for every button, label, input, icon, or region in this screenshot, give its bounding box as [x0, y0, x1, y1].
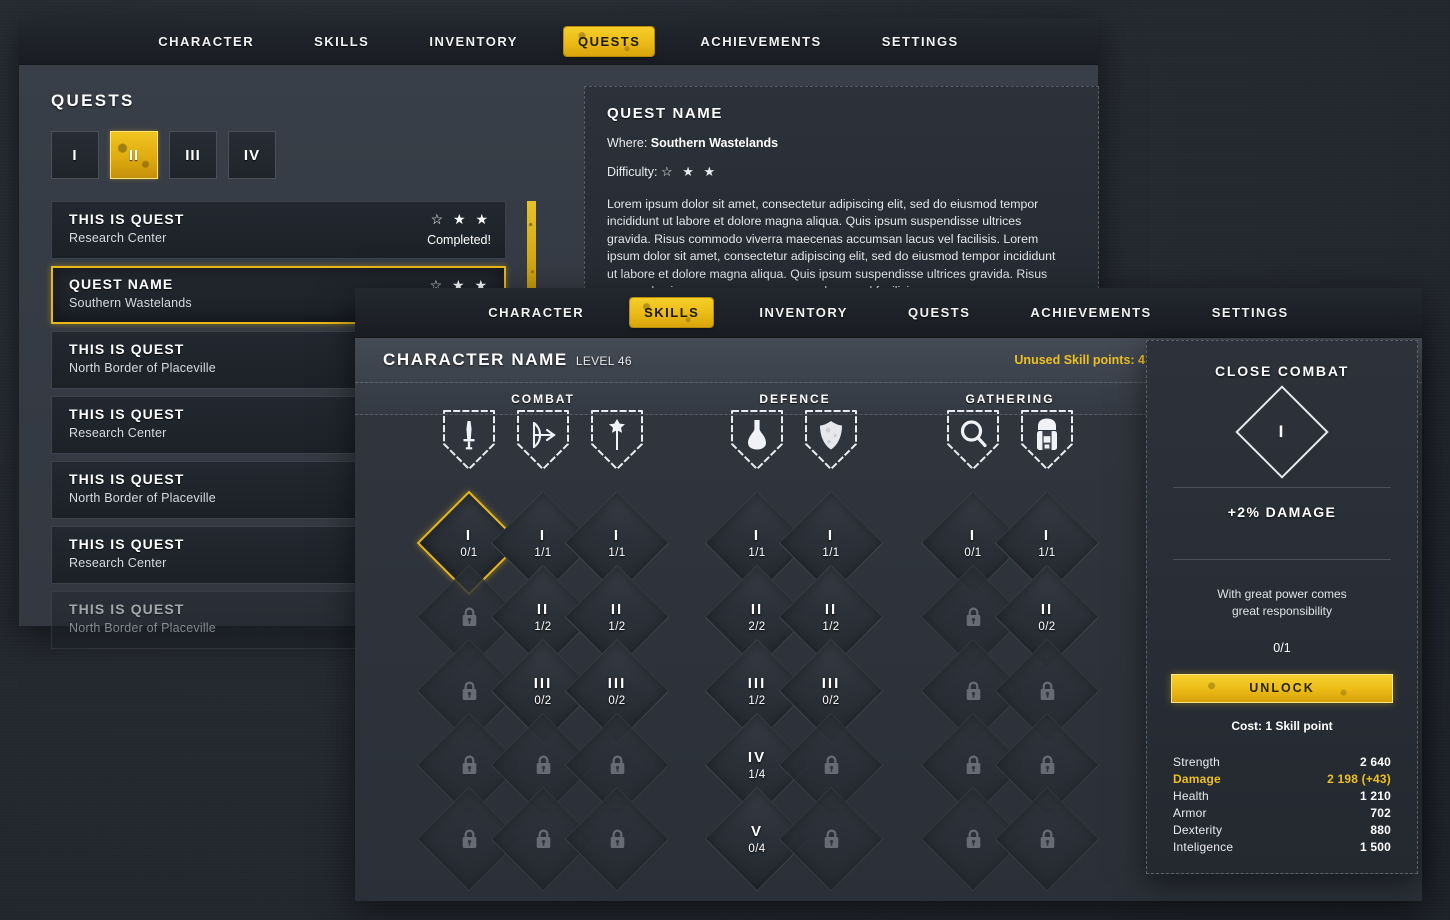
skill-detail-panel: CLOSE COMBAT I +2% DAMAGE With great pow… — [1146, 340, 1418, 874]
stat-name: Armor — [1173, 806, 1207, 821]
quest-list-item[interactable]: THIS IS QUEST Research Center ☆ ★ ★ Complet… — [51, 201, 506, 259]
shield-icon — [805, 410, 857, 470]
chapter-tab-ii[interactable]: II — [110, 131, 158, 179]
skill-branch-badge[interactable] — [589, 408, 645, 472]
stat-value: 880 — [1370, 823, 1391, 838]
quest-item-meta: ☆ ★ ★ Completed! — [427, 211, 491, 247]
tab-quests[interactable]: QUESTS — [894, 298, 984, 327]
chapter-tab-iv[interactable]: IV — [228, 131, 276, 179]
divider-bottom — [1173, 559, 1391, 560]
skill-column-title-gathering: GATHERING — [965, 392, 1055, 406]
skill-branch-badge[interactable] — [803, 408, 859, 472]
skill-branch-badge[interactable] — [729, 408, 785, 472]
tab-skills[interactable]: SKILLS — [300, 27, 383, 56]
tab-inventory[interactable]: INVENTORY — [415, 27, 532, 56]
skill-node-locked[interactable] — [994, 786, 1100, 892]
stat-value: 1 210 — [1359, 789, 1391, 804]
skill-progress: 0/1 — [1273, 640, 1291, 655]
character-name: CHARACTER NAME level 46 — [383, 350, 632, 370]
flavor-line-2: great responsibility — [1231, 604, 1333, 619]
where-label: Where: — [607, 136, 648, 150]
skill-branch-badge[interactable] — [945, 408, 1001, 472]
skill-column-title-defence: DEFENCE — [759, 392, 831, 406]
skill-node-locked[interactable] — [564, 786, 670, 892]
flavor-line-1: With great power comes — [1217, 587, 1347, 601]
skill-flavor-text: With great power comes great responsibil… — [1167, 586, 1397, 621]
unused-skill-points: Unused Skill points: 4 — [1014, 353, 1145, 367]
stat-row: Strength 2 640 — [1173, 754, 1391, 771]
stat-row: Inteligence 1 500 — [1173, 839, 1391, 856]
unlock-button[interactable]: UNLOCK — [1171, 673, 1393, 703]
skill-node-diamond — [564, 786, 670, 892]
skill-node-diamond — [778, 786, 884, 892]
tab-character[interactable]: CHARACTER — [474, 298, 598, 327]
stat-value: 2 640 — [1359, 755, 1391, 770]
stat-row: Damage 2 198 (+43) — [1173, 771, 1391, 788]
quests-navbar: CHARACTER SKILLS INVENTORY QUESTS ACHIEVEMEN… — [19, 18, 1098, 65]
quest-stars-icon: ☆ ★ ★ — [430, 211, 491, 227]
staff-icon — [591, 410, 643, 470]
quest-status-badge: Completed! — [427, 233, 491, 247]
stat-row: Dexterity 880 — [1173, 822, 1391, 839]
skill-cost: Cost: 1 Skill point — [1231, 718, 1333, 733]
potion-icon — [731, 410, 783, 470]
unused-skill-points-label: Unused Skill points: — [1014, 353, 1135, 367]
stat-value: 1 500 — [1359, 840, 1391, 855]
difficulty-stars-icon: ☆ ★ ★ — [660, 164, 719, 179]
stat-name: Damage — [1173, 772, 1221, 787]
app-root: CHARACTER SKILLS INVENTORY QUESTS ACHIEVEMEN… — [0, 0, 1450, 920]
chapter-tab-i[interactable]: I — [51, 131, 99, 179]
skills-navbar: CHARACTER SKILLS INVENTORY QUESTS ACHIEVEMEN… — [355, 288, 1422, 338]
tab-achievements[interactable]: ACHIEVEMENTS — [686, 27, 835, 56]
tab-character[interactable]: CHARACTER — [144, 27, 268, 56]
tab-achievements[interactable]: ACHIEVEMENTS — [1016, 298, 1165, 327]
difficulty-label: Difficulty: — [607, 165, 658, 179]
bow-icon — [517, 410, 569, 470]
stat-name: Health — [1173, 789, 1209, 804]
skill-column-title-combat: COMBAT — [511, 392, 575, 406]
skill-branch-badge[interactable] — [515, 408, 571, 472]
skill-node-diamond — [994, 786, 1100, 892]
quest-description: Lorem ipsum dolor sit amet, consectetur … — [607, 197, 1056, 298]
skill-branch-badge[interactable] — [1019, 408, 1075, 472]
skill-detail-tier-diamond: I — [1235, 385, 1329, 479]
tab-settings[interactable]: SETTINGS — [1198, 298, 1303, 327]
unused-skill-points-value: 4 — [1138, 353, 1145, 367]
skill-node-locked[interactable] — [778, 786, 884, 892]
backpack-icon — [1021, 410, 1073, 470]
quest-detail-title: QUEST NAME — [607, 105, 724, 122]
quest-detail-difficulty: Difficulty: ☆ ★ ★ — [607, 164, 1076, 180]
tab-settings[interactable]: SETTINGS — [868, 27, 973, 56]
quest-detail-panel: QUEST NAME Where: Southern Wastelands Di… — [584, 86, 1099, 304]
stat-name: Inteligence — [1173, 840, 1234, 855]
stat-row: Armor 702 — [1173, 805, 1391, 822]
skill-detail-tier: I — [1278, 422, 1286, 441]
skill-effect: +2% DAMAGE — [1227, 504, 1337, 520]
character-name-text: CHARACTER NAME — [383, 350, 568, 369]
stat-row: Health 1 210 — [1173, 788, 1391, 805]
stat-value: 2 198 (+43) — [1327, 772, 1391, 787]
where-value: Southern Wastelands — [650, 136, 779, 150]
quest-detail-where: Where: Southern Wastelands — [607, 136, 1076, 150]
character-stats-list: Strength 2 640 Damage 2 198 (+43) Health 1 21… — [1173, 754, 1391, 856]
skill-detail-title: CLOSE COMBAT — [1214, 363, 1350, 379]
magnifier-icon — [947, 410, 999, 470]
tab-skills[interactable]: SKILLS — [630, 298, 713, 327]
skill-branch-badge[interactable] — [441, 408, 497, 472]
character-level: level 46 — [575, 354, 632, 368]
tab-quests[interactable]: QUESTS — [564, 27, 654, 56]
stat-value: 702 — [1370, 806, 1391, 821]
stat-name: Dexterity — [1173, 823, 1223, 838]
tab-inventory[interactable]: INVENTORY — [745, 298, 862, 327]
stat-name: Strength — [1173, 755, 1220, 770]
chapter-tab-iii[interactable]: III — [169, 131, 217, 179]
sword-icon — [443, 410, 495, 470]
